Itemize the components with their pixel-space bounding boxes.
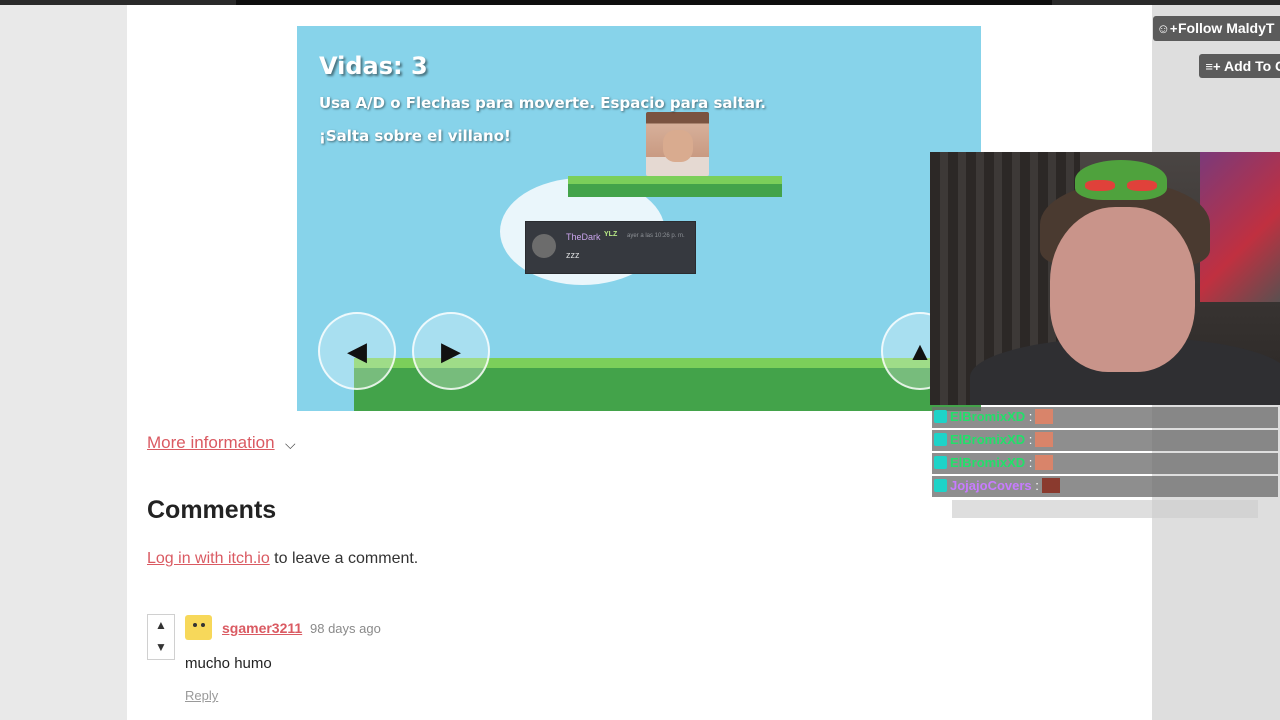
lives-counter: Vidas: 3: [319, 52, 428, 80]
frog-hat: [1075, 160, 1167, 200]
emote-icon: [1035, 455, 1054, 470]
villain-badge: YLZ: [604, 231, 618, 238]
controls-instructions: Usa A/D o Flechas para moverte. Espacio …: [319, 94, 766, 112]
follow-label: Follow MaldyT: [1178, 20, 1275, 36]
chat-message: JojajoCovers :: [934, 478, 1060, 499]
goal-text: ¡Salta sobre el villano!: [319, 127, 511, 145]
login-prompt: Log in with itch.io to leave a comment.: [147, 550, 418, 568]
platform-grass: [568, 176, 782, 184]
move-left-button[interactable]: ◀: [318, 312, 396, 390]
comment-username[interactable]: sgamer3211: [222, 620, 302, 636]
chat-message: ElBromixXD :: [934, 409, 1054, 430]
webcam-overlay: [930, 152, 1280, 405]
add-to-collection-button[interactable]: ≡+ Add To C: [1199, 54, 1280, 78]
platform-badge-icon: [934, 456, 947, 469]
platform-badge-icon: [934, 433, 947, 446]
player-sprite: [646, 112, 709, 176]
player-face: [663, 130, 693, 162]
platform-badge-icon: [934, 410, 947, 423]
chat-separator: :: [1031, 478, 1039, 493]
villain-avatar: [532, 234, 556, 258]
upvote-button[interactable]: ▲: [148, 618, 174, 632]
more-information-link[interactable]: More information: [147, 433, 275, 453]
fading-chat-message: [952, 500, 1258, 518]
frog-eye: [1085, 180, 1115, 191]
chat-username: ElBromixXD: [950, 409, 1026, 424]
avatar-eye: [193, 623, 197, 627]
emote-icon: [1035, 409, 1054, 424]
user-plus-icon: ☺+: [1156, 21, 1178, 36]
login-link[interactable]: Log in with itch.io: [147, 550, 270, 567]
chat-separator: :: [1025, 432, 1033, 447]
vote-box: ▲ ▼: [147, 614, 175, 660]
add-to-label: Add To C: [1224, 58, 1280, 74]
chat-username: ElBromixXD: [950, 432, 1026, 447]
move-right-button[interactable]: ▶: [412, 312, 490, 390]
frog-eye: [1127, 180, 1157, 191]
avatar-eye: [201, 623, 205, 627]
downvote-button[interactable]: ▼: [148, 640, 174, 654]
commenter-avatar[interactable]: [185, 615, 212, 640]
emote-icon: [1041, 478, 1060, 493]
floating-platform: [568, 176, 782, 197]
login-suffix: to leave a comment.: [269, 550, 419, 567]
villain-chat-card: TheDark YLZ ayer a las 10:26 p. m. zzz: [525, 221, 696, 274]
chat-username: ElBromixXD: [950, 455, 1026, 470]
comment-time: 98 days ago: [310, 621, 381, 636]
villain-timestamp: ayer a las 10:26 p. m.: [627, 233, 685, 239]
playlist-add-icon: ≡+: [1205, 59, 1221, 74]
reply-link[interactable]: Reply: [185, 688, 218, 703]
villain-message: zzz: [566, 250, 580, 260]
comments-heading: Comments: [147, 496, 277, 524]
chat-message: ElBromixXD :: [934, 432, 1054, 453]
chat-message: ElBromixXD :: [934, 455, 1054, 476]
chat-separator: :: [1025, 455, 1033, 470]
comment-body: mucho humo: [185, 655, 272, 672]
chevron-down-icon[interactable]: ⌵: [285, 436, 296, 453]
game-canvas[interactable]: TheDark YLZ ayer a las 10:26 p. m. zzz V…: [297, 26, 981, 411]
chat-separator: :: [1025, 409, 1033, 424]
emote-icon: [1035, 432, 1054, 447]
platform-badge-icon: [934, 479, 947, 492]
streamer-face: [1050, 207, 1195, 372]
follow-button[interactable]: ☺+Follow MaldyT: [1153, 16, 1280, 41]
chat-username: JojajoCovers: [950, 478, 1032, 493]
villain-username: TheDark: [566, 232, 601, 242]
background-clothes: [1200, 152, 1280, 302]
